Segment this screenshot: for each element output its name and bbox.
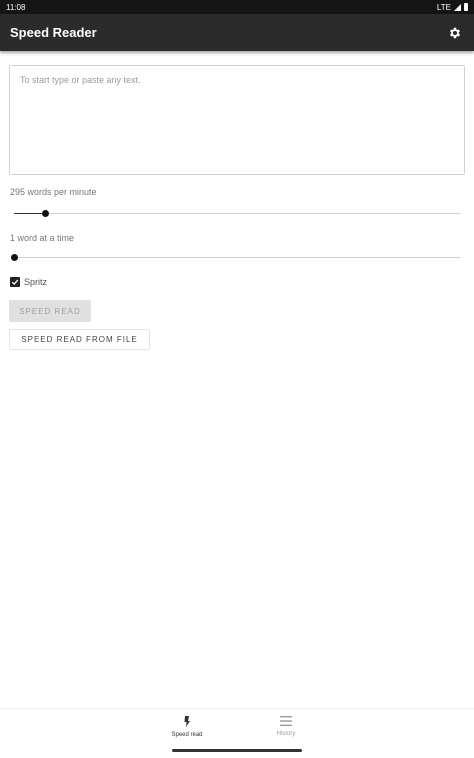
words-at-a-time-label: 1 word at a time bbox=[10, 233, 75, 243]
reader-icon bbox=[184, 716, 190, 727]
network-type: LTE bbox=[436, 2, 451, 12]
speed-reader-screen: 11:08 LTE Speed Reader 295 words per min… bbox=[0, 0, 474, 758]
wpm-label: 295 words per minute bbox=[10, 187, 97, 197]
nav-history[interactable]: History bbox=[256, 716, 316, 737]
speed-read-from-file-button[interactable]: SPEED READ FROM FILE bbox=[9, 329, 150, 350]
signal-icon bbox=[454, 3, 461, 11]
spritz-checkbox[interactable] bbox=[10, 277, 20, 287]
nav-speed-read-label: Speed read bbox=[171, 732, 203, 738]
list-icon bbox=[280, 716, 292, 726]
words-slider-track bbox=[14, 257, 460, 258]
gear-icon[interactable] bbox=[446, 24, 464, 42]
spritz-checkbox-row[interactable]: Spritz bbox=[10, 277, 47, 287]
text-input[interactable] bbox=[9, 65, 465, 175]
checkmark-icon bbox=[11, 279, 19, 286]
status-time: 11:08 bbox=[6, 2, 26, 12]
wpm-slider-thumb[interactable] bbox=[42, 210, 50, 217]
speed-read-button[interactable]: SPEED READ bbox=[9, 300, 91, 322]
app-title: Speed Reader bbox=[10, 25, 97, 40]
words-slider-thumb[interactable] bbox=[11, 254, 18, 261]
wpm-slider-fill bbox=[14, 213, 46, 214]
wpm-slider[interactable] bbox=[14, 208, 460, 220]
words-at-a-time-slider[interactable] bbox=[11, 252, 460, 264]
nav-speed-read[interactable]: Speed read bbox=[157, 716, 217, 738]
spritz-label: Spritz bbox=[24, 277, 48, 287]
app-bar: Speed Reader bbox=[0, 14, 474, 51]
battery-icon bbox=[464, 3, 468, 11]
wpm-slider-track bbox=[14, 213, 460, 214]
nav-history-label: History bbox=[276, 731, 296, 737]
status-bar: 11:08 LTE bbox=[0, 0, 474, 14]
home-indicator bbox=[172, 749, 302, 752]
status-indicators: LTE bbox=[437, 3, 468, 12]
